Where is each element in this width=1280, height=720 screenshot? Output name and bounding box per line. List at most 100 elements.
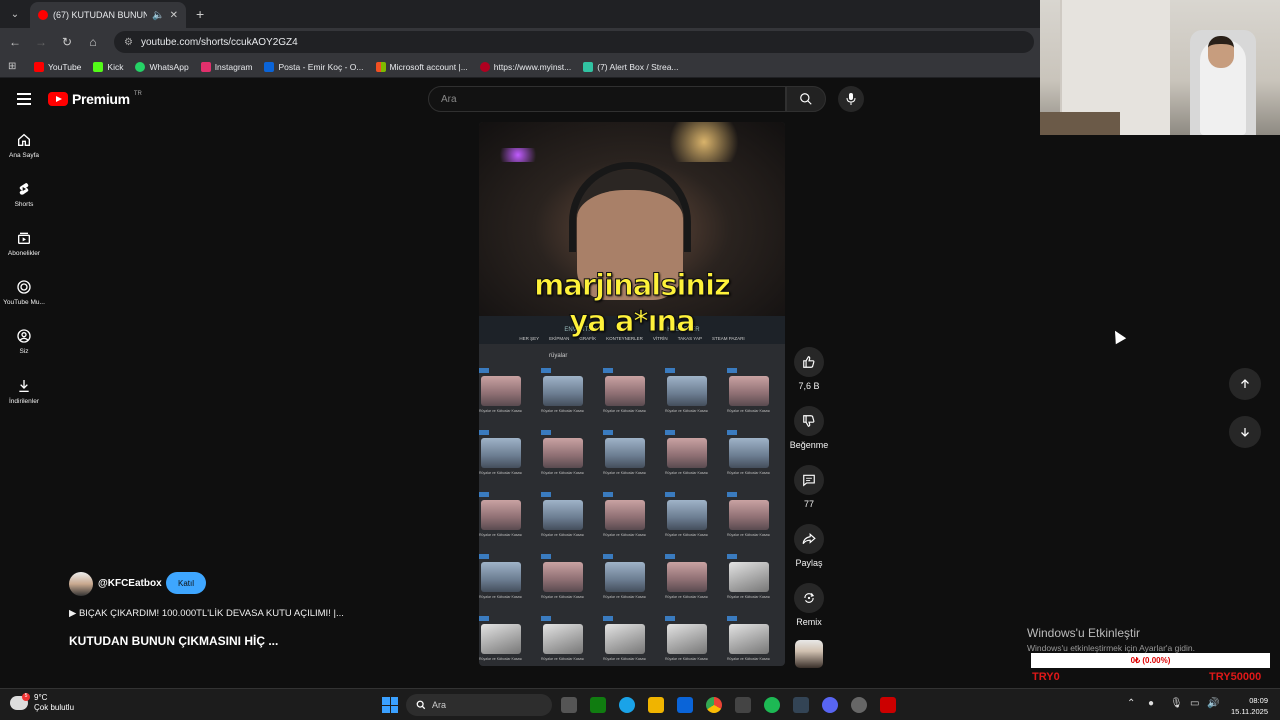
case-item: Rüyalar ve Kâbuslar Kasası bbox=[727, 368, 771, 416]
shorts-video-player[interactable]: ENVANTER HABERLER HER ŞEY EKİPMAN GRAFİK… bbox=[479, 122, 785, 666]
share-icon bbox=[802, 533, 816, 545]
related-video-link[interactable]: ▶ BIÇAK ÇIKARDIM! 100.000TL'LİK DEVASA K… bbox=[69, 608, 344, 619]
windows-activation-subtitle: Windows'u etkinleştirmek için Ayarlar'a … bbox=[1027, 643, 1195, 653]
dislike-button[interactable]: Beğenme bbox=[789, 406, 829, 450]
task-view-icon[interactable] bbox=[561, 697, 577, 713]
case-item: Rüyalar ve Kâbuslar Kasası bbox=[603, 430, 647, 478]
url-field[interactable]: ⚙ youtube.com/shorts/ccukAOY2GZ4 bbox=[114, 31, 1034, 53]
sound-source-avatar[interactable] bbox=[795, 640, 823, 668]
mouse-cursor-icon bbox=[1109, 327, 1127, 345]
bookmark-kick[interactable]: Kick bbox=[93, 61, 123, 72]
spotify-icon[interactable] bbox=[764, 697, 780, 713]
store-icon[interactable] bbox=[735, 697, 751, 713]
case-item-label: Rüyalar ve Kâbuslar Kasası Anahtarı bbox=[727, 595, 771, 599]
like-button[interactable]: 7,6 B bbox=[789, 347, 829, 391]
bookmark-myinst[interactable]: https://www.myinst... bbox=[479, 61, 571, 72]
site-info-icon[interactable]: ⚙ bbox=[124, 37, 133, 48]
cloud-icon: 5 bbox=[10, 693, 30, 710]
network-icon[interactable]: ▭ bbox=[1190, 698, 1199, 709]
donation-ticker: 0₺ (0.00%) bbox=[1031, 653, 1270, 668]
xbox-icon[interactable] bbox=[590, 697, 606, 713]
search-button[interactable] bbox=[786, 86, 826, 112]
volume-icon[interactable]: 🔊 bbox=[1207, 698, 1219, 709]
close-tab-icon[interactable]: ✕ bbox=[170, 10, 178, 21]
streaming-app-icon[interactable] bbox=[880, 697, 896, 713]
weather-widget[interactable]: 5 9°C Çok bulutlu bbox=[10, 693, 74, 713]
channel-name[interactable]: @KFCEatbox bbox=[98, 578, 162, 589]
steam-icon[interactable] bbox=[793, 697, 809, 713]
voice-search-button[interactable] bbox=[838, 86, 864, 112]
bookmarks-bar: ⊞ YouTube Kick WhatsApp Instagram Posta … bbox=[0, 56, 1040, 78]
instagram-icon bbox=[200, 61, 211, 72]
back-icon[interactable]: ← bbox=[8, 35, 22, 49]
home-button-icon[interactable]: ⌂ bbox=[86, 35, 100, 49]
microphone-tray-icon[interactable]: 🎙 bbox=[1170, 698, 1183, 709]
forward-icon[interactable]: → bbox=[34, 35, 48, 49]
tray-app-icon[interactable]: ● bbox=[1148, 698, 1154, 709]
case-item-label: Rüyalar ve Kâbuslar Kasası bbox=[727, 471, 771, 475]
sidebar-item-shorts[interactable]: Shorts bbox=[0, 181, 48, 208]
youtube-premium-logo[interactable]: Premium TR bbox=[48, 91, 142, 107]
youtube-logo-icon bbox=[48, 92, 68, 106]
sidebar-item-downloads[interactable]: İndirilenler bbox=[0, 378, 48, 405]
app-icon[interactable] bbox=[851, 697, 867, 713]
whatsapp-icon bbox=[135, 61, 146, 72]
bookmark-youtube[interactable]: YouTube bbox=[34, 61, 81, 72]
bookmark-outlook[interactable]: Posta - Emir Koç - O... bbox=[264, 61, 364, 72]
file-explorer-icon[interactable] bbox=[648, 697, 664, 713]
share-button[interactable]: Paylaş bbox=[789, 524, 829, 568]
case-item-label: Rüyalar ve Kâbuslar Kasası bbox=[479, 533, 523, 537]
bookmark-microsoft[interactable]: Microsoft account |... bbox=[375, 61, 468, 72]
search-icon bbox=[800, 93, 812, 105]
case-item: Rüyalar ve Kâbuslar Kasası bbox=[479, 554, 523, 602]
home-icon bbox=[18, 133, 30, 146]
apps-grid-icon[interactable]: ⊞ bbox=[8, 61, 22, 72]
search-input[interactable]: Ara bbox=[428, 86, 786, 112]
sidebar-item-home[interactable]: Ana Sayfa bbox=[0, 132, 48, 159]
comment-icon bbox=[803, 474, 815, 487]
video-caption-line2: ya a*ına bbox=[569, 304, 696, 339]
share-label: Paylaş bbox=[795, 558, 823, 568]
goal-end: TRY50000 bbox=[1209, 671, 1262, 683]
sidebar-item-youtube-music[interactable]: YouTube Mu... bbox=[0, 279, 48, 306]
tab-search-button[interactable]: ⌄ bbox=[4, 3, 26, 25]
comments-button[interactable]: 77 bbox=[789, 465, 829, 509]
outlook-icon[interactable] bbox=[677, 697, 693, 713]
reload-icon[interactable]: ↻ bbox=[60, 35, 74, 49]
channel-avatar[interactable] bbox=[69, 572, 93, 596]
case-item-label: Rüyalar ve Kâbuslar Kasası bbox=[541, 595, 585, 599]
case-item: Rüyalar ve Kâbuslar Kasası bbox=[541, 554, 585, 602]
bookmark-instagram[interactable]: Instagram bbox=[200, 61, 252, 72]
taskbar-search[interactable]: Ara bbox=[406, 694, 552, 716]
next-short-button[interactable] bbox=[1229, 416, 1261, 448]
sidebar-item-subscriptions[interactable]: Abonelikler bbox=[0, 230, 48, 257]
case-item-label: Rüyalar ve Kâbuslar Kasası bbox=[665, 595, 709, 599]
sidebar-item-you[interactable]: Siz bbox=[0, 328, 48, 355]
remix-button[interactable]: Remix bbox=[789, 583, 829, 627]
like-count: 7,6 B bbox=[798, 381, 820, 391]
microsoft-icon bbox=[375, 61, 386, 72]
previous-short-button[interactable] bbox=[1229, 368, 1261, 400]
edge-icon[interactable] bbox=[619, 697, 635, 713]
browser-tab[interactable]: (67) KUTUDAN BUNUN ÇIK 🔈 ✕ bbox=[30, 2, 186, 28]
case-item: Rüyalar ve Kâbuslar Kasası bbox=[665, 430, 709, 478]
microphone-icon bbox=[846, 93, 856, 105]
join-button[interactable]: Katıl bbox=[166, 572, 206, 594]
tray-chevron-icon[interactable]: ⌃ bbox=[1127, 698, 1135, 709]
speaker-icon[interactable]: 🔈 bbox=[152, 10, 164, 21]
menu-icon[interactable] bbox=[17, 93, 31, 108]
case-item-label: Rüyalar ve Kâbuslar Kasası Anahtarı bbox=[541, 657, 585, 661]
new-tab-button[interactable]: + bbox=[196, 6, 204, 22]
discord-icon[interactable] bbox=[822, 697, 838, 713]
bookmark-whatsapp[interactable]: WhatsApp bbox=[135, 61, 189, 72]
clock[interactable]: 08:09 15.11.2025 bbox=[1224, 695, 1268, 717]
chrome-icon[interactable] bbox=[706, 697, 722, 713]
case-item-label: Rüyalar ve Kâbuslar Kasası bbox=[603, 409, 647, 413]
case-key-item: Rüyalar ve Kâbuslar Kasası Anahtarı bbox=[479, 616, 523, 664]
video-title: KUTUDAN BUNUN ÇIKMASINI HİÇ ... bbox=[69, 634, 279, 648]
bookmark-alertbox[interactable]: (7) Alert Box / Strea... bbox=[583, 61, 679, 72]
case-item: Rüyalar ve Kâbuslar Kasası bbox=[479, 430, 523, 478]
case-item-label: Rüyalar ve Kâbuslar Kasası Anahtarı bbox=[603, 657, 647, 661]
start-button[interactable] bbox=[382, 697, 398, 713]
case-item: Rüyalar ve Kâbuslar Kasası bbox=[727, 430, 771, 478]
